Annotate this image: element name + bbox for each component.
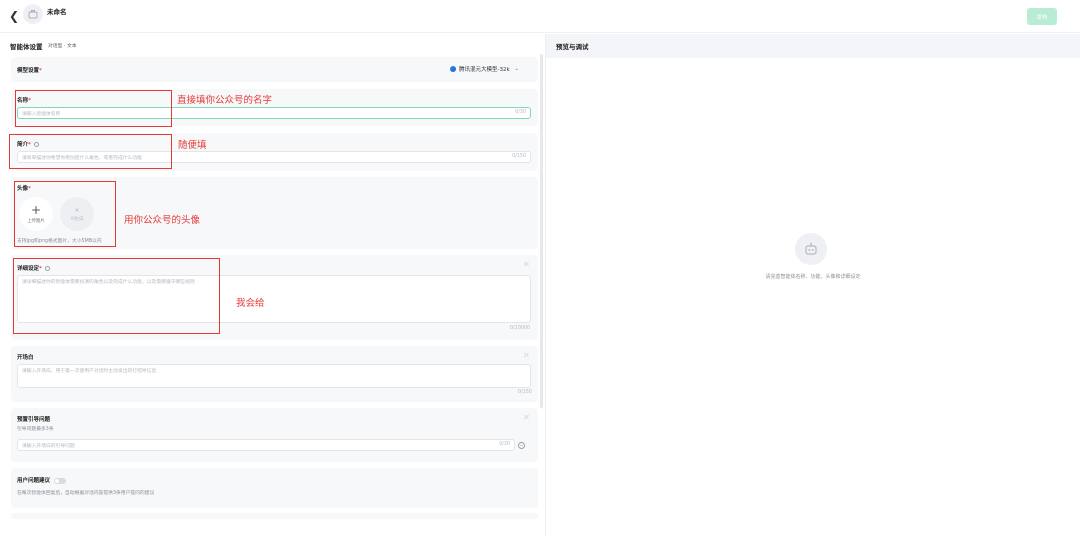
model-logo-icon <box>450 66 456 72</box>
robot-icon <box>795 233 827 265</box>
preview-panel: 预览与调试 请完善智能体名称、功能、头像和详细设定 <box>546 34 1080 536</box>
opening-textarea[interactable]: 请输入开场白，用于第一次使用户对话时主动发出的打招呼信息 <box>17 364 531 388</box>
opening-card: 开场白 ⤫ 请输入开场白，用于第一次使用户对话时主动发出的打招呼信息 0/150 <box>11 346 538 402</box>
annotation-avatar: 用你公众号的头像 <box>124 215 201 226</box>
suggest-toggle[interactable] <box>54 477 67 484</box>
model-selector[interactable]: 腾讯混元大模型-32k ⌄ <box>450 65 519 73</box>
name-count: 0/30 <box>515 110 526 115</box>
annotation-box-detail <box>13 258 220 334</box>
magic-wand-icon[interactable]: ⤫ <box>524 414 529 422</box>
opening-placeholder: 请输入开场白，用于第一次使用户对话时主动发出的打招呼信息 <box>22 369 157 374</box>
preset-placeholder: 请输入开场白的引导问题 <box>22 444 75 449</box>
suggest-hint: 在每次智能体回复后，自动根据对话内容提供3条用户提问的建议 <box>17 491 155 496</box>
opening-label: 开场白 <box>17 355 34 361</box>
annotation-intro: 随便填 <box>178 140 207 151</box>
briefcase-icon <box>28 10 38 19</box>
annotation-detail: 我会给 <box>236 298 265 309</box>
opening-count: 0/150 <box>518 390 532 395</box>
magic-wand-icon[interactable]: ⤫ <box>524 352 529 360</box>
annotation-box-avatar <box>14 181 116 247</box>
preset-hint: 引导问题最多3条 <box>17 427 54 432</box>
annotation-box-name <box>15 90 172 127</box>
suggest-label: 用户问题建议 <box>17 478 51 484</box>
preset-label: 预置引导问题 <box>17 417 51 423</box>
preview-header: 预览与调试 <box>546 34 1080 58</box>
preset-question-input[interactable]: 请输入开场白的引导问题 0/30 <box>17 439 515 451</box>
intro-count: 0/150 <box>512 154 526 159</box>
remove-question-icon[interactable]: − <box>518 442 525 449</box>
annotation-name: 直接填你公众号的名字 <box>177 95 273 106</box>
app-avatar[interactable] <box>23 4 43 24</box>
user-suggest-card: 用户问题建议 在每次智能体回复后，自动根据对话内容提供3条用户提问的建议 <box>11 468 538 508</box>
next-card <box>11 513 538 519</box>
scrollbar[interactable] <box>540 54 543 408</box>
model-label: 模型设置 <box>17 68 40 74</box>
preview-empty-text: 请完善智能体名称、功能、头像和详细设定 <box>765 274 861 280</box>
app-title: 未命名 <box>47 8 67 16</box>
settings-title: 智能体设置 <box>10 43 43 51</box>
preview-title: 预览与调试 <box>556 43 589 51</box>
model-settings-card: 模型设置* 腾讯混元大模型-32k ⌄ <box>11 57 538 82</box>
magic-wand-icon[interactable]: ⤫ <box>524 261 529 269</box>
top-bar: ❮ 未命名 发布 <box>0 0 1080 33</box>
annotation-box-intro <box>9 134 172 169</box>
publish-button[interactable]: 发布 <box>1027 8 1057 25</box>
chevron-down-icon: ⌄ <box>514 66 519 72</box>
preset-count: 0/30 <box>499 442 510 447</box>
model-value: 腾讯混元大模型-32k <box>459 67 510 73</box>
back-arrow-icon[interactable]: ❮ <box>9 9 21 23</box>
settings-subtitle: 对话型 · 文本 <box>48 44 77 49</box>
preset-questions-card: 预置引导问题 ⤫ 引导问题最多3条 请输入开场白的引导问题 0/30 − <box>11 408 538 462</box>
detail-count: 0/10000 <box>510 326 530 331</box>
agent-settings-panel: 智能体设置 对话型 · 文本 模型设置* 腾讯混元大模型-32k ⌄ 名称* 请… <box>0 34 545 536</box>
